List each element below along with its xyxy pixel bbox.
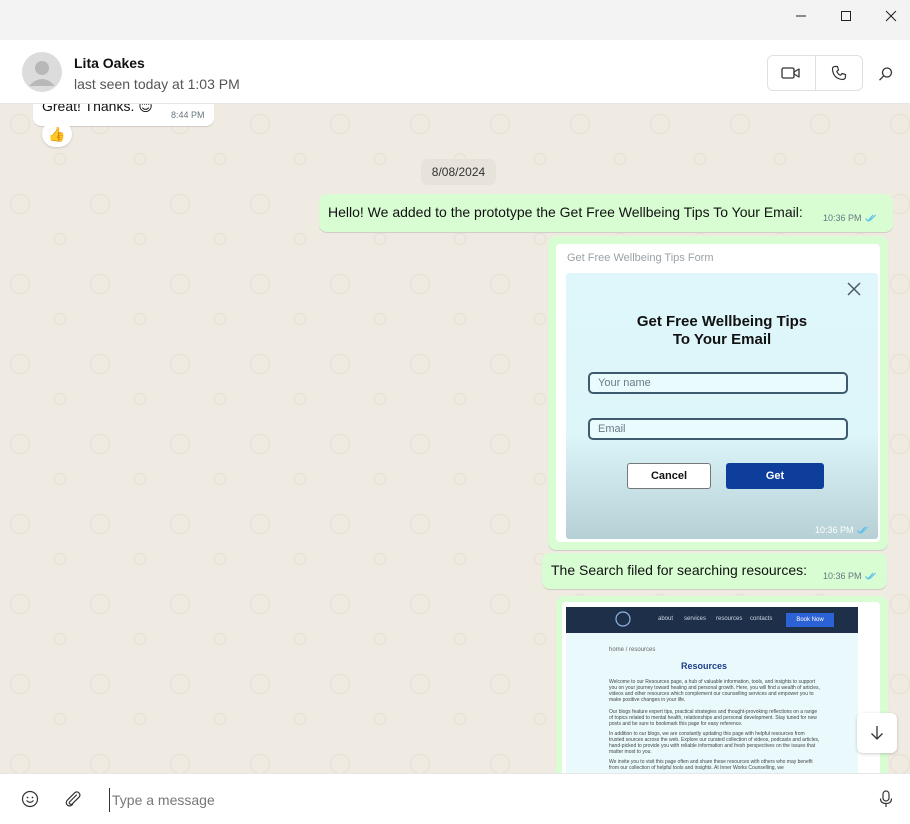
website-screenshot[interactable]: about services resources contacts Book N… bbox=[566, 607, 858, 773]
message-text: The Search filed for searching resources… bbox=[551, 562, 808, 578]
form-title: Get Free Wellbeing Tips To Your Email bbox=[566, 313, 878, 349]
close-button[interactable] bbox=[868, 0, 910, 32]
search-icon bbox=[879, 67, 893, 81]
message-time: 10:36 PM bbox=[815, 525, 854, 535]
default-avatar-icon bbox=[29, 61, 55, 86]
close-icon bbox=[847, 282, 861, 296]
site-heading: Resources bbox=[680, 661, 728, 671]
message-text: Great! Thanks. 😊 bbox=[42, 104, 153, 114]
reaction-badge[interactable]: 👍 bbox=[42, 121, 72, 147]
arrow-down-icon bbox=[871, 726, 883, 740]
minimize-button[interactable] bbox=[778, 0, 824, 32]
message-time-status: 10:36 PM bbox=[823, 571, 877, 581]
cancel-button: Cancel bbox=[627, 463, 711, 489]
form-title-line-1: Get Free Wellbeing Tips bbox=[636, 313, 808, 330]
outgoing-message[interactable]: Hello! We added to the prototype the Get… bbox=[319, 194, 893, 232]
outgoing-message[interactable]: The Search filed for searching resources… bbox=[542, 553, 887, 589]
voice-message-button[interactable] bbox=[875, 788, 897, 810]
message-time: 10:36 PM bbox=[823, 571, 862, 581]
microphone-icon bbox=[879, 790, 893, 807]
site-nav-about: about bbox=[658, 616, 674, 622]
site-breadcrumb: home / resources bbox=[609, 647, 656, 653]
call-button-group bbox=[767, 55, 863, 91]
close-icon bbox=[885, 10, 897, 22]
contact-name[interactable]: Lita Oakes bbox=[74, 55, 145, 71]
site-paragraph: We invite you to visit this page often a… bbox=[609, 759, 813, 771]
double-check-icon bbox=[864, 214, 876, 222]
paperclip-icon bbox=[65, 791, 81, 807]
title-bar bbox=[0, 0, 910, 40]
voice-call-icon bbox=[831, 65, 846, 81]
message-time-status: 10:36 PM bbox=[823, 213, 877, 223]
minimize-icon bbox=[796, 15, 806, 17]
voice-call-button[interactable] bbox=[816, 56, 863, 90]
site-logo-icon bbox=[615, 611, 631, 627]
chat-header: Lita Oakes last seen today at 1:03 PM bbox=[0, 40, 910, 104]
name-field: Your name bbox=[588, 372, 848, 394]
email-field: Email bbox=[588, 418, 848, 440]
image-caption: Get Free Wellbeing Tips Form bbox=[567, 252, 714, 264]
double-check-icon bbox=[856, 526, 868, 534]
message-text: Hello! We added to the prototype the Get… bbox=[328, 204, 803, 220]
date-chip: 8/08/2024 bbox=[421, 159, 496, 185]
site-paragraph: Welcome to our Resources page, a hub of … bbox=[609, 679, 820, 703]
maximize-icon bbox=[841, 11, 851, 21]
site-nav-bar: about services resources contacts Book N… bbox=[566, 607, 858, 633]
video-call-icon bbox=[781, 67, 800, 79]
site-nav-resources: resources bbox=[716, 616, 743, 622]
site-paragraph: Our blogs feature expert tips, practical… bbox=[609, 709, 818, 727]
chat-area[interactable]: Great! Thanks. 😊 8:44 PM 👍 8/08/2024 Hel… bbox=[0, 104, 910, 773]
maximize-button[interactable] bbox=[823, 0, 869, 32]
site-nav-services: services bbox=[684, 616, 707, 622]
image-time-status: 10:36 PM bbox=[815, 525, 869, 535]
avatar[interactable] bbox=[22, 52, 62, 92]
message-time: 10:36 PM bbox=[823, 213, 862, 223]
message-time: 8:44 PM bbox=[171, 110, 205, 120]
form-screenshot[interactable]: Get Free Wellbeing Tips To Your Email Yo… bbox=[566, 273, 878, 539]
search-button[interactable] bbox=[874, 62, 898, 86]
video-call-button[interactable] bbox=[768, 56, 815, 90]
thumbs-up-icon: 👍 bbox=[48, 125, 66, 142]
message-composer bbox=[0, 773, 910, 824]
attach-button[interactable] bbox=[62, 788, 84, 810]
scroll-to-bottom-button[interactable] bbox=[857, 713, 897, 753]
form-title-line-2: To Your Email bbox=[672, 331, 772, 348]
site-paragraph: In addition to our blogs, we are constan… bbox=[609, 731, 820, 755]
site-book-button: Book Now bbox=[786, 613, 834, 627]
get-button: Get bbox=[726, 463, 824, 489]
site-nav-contacts: contacts bbox=[750, 616, 773, 622]
message-input[interactable] bbox=[109, 788, 854, 812]
double-check-icon bbox=[864, 572, 876, 580]
emoji-icon bbox=[21, 790, 39, 808]
contact-status: last seen today at 1:03 PM bbox=[74, 76, 240, 92]
emoji-button[interactable] bbox=[19, 788, 41, 810]
